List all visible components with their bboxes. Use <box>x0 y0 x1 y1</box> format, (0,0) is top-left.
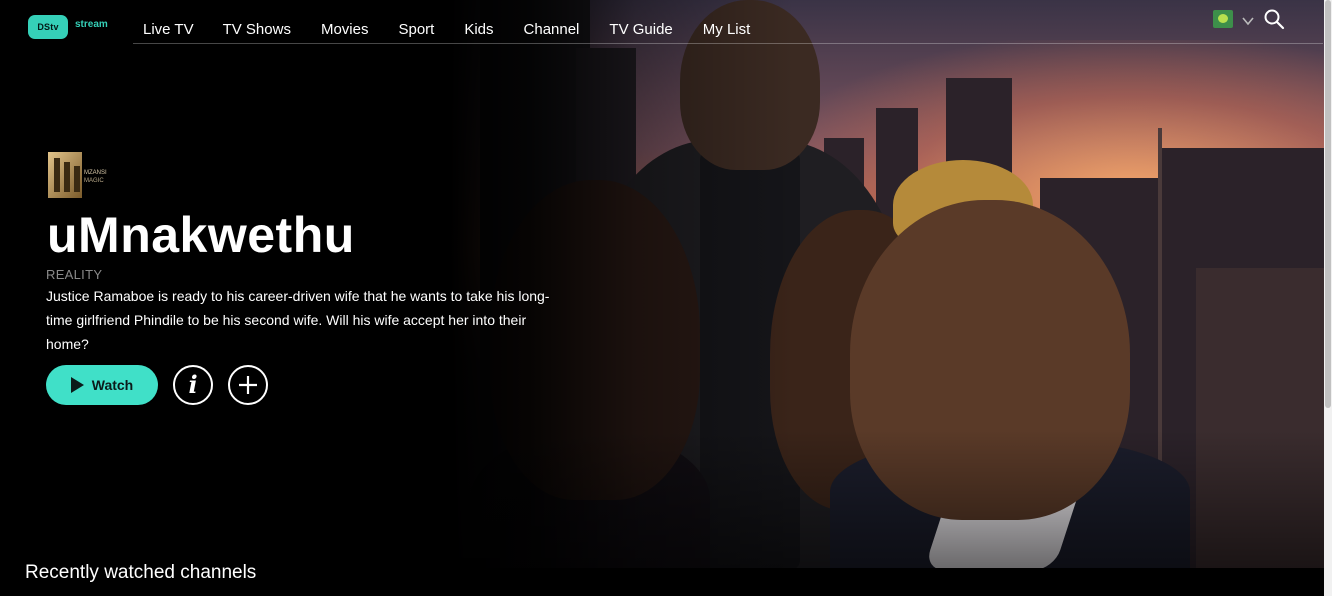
nav-item-live-tv[interactable]: Live TV <box>143 21 194 38</box>
watch-button[interactable]: Watch <box>46 365 158 405</box>
logo-text: stream <box>75 18 108 30</box>
nav-item-my-list[interactable]: My List <box>703 21 751 38</box>
page-scrollbar[interactable] <box>1324 0 1332 596</box>
header-actions <box>1213 8 1285 30</box>
nav-item-tv-shows[interactable]: TV Shows <box>223 21 291 38</box>
show-synopsis: Justice Ramaboe is ready to his career-d… <box>46 288 550 352</box>
add-to-list-button[interactable] <box>228 365 268 405</box>
hero-bottom-fade <box>0 430 1324 570</box>
nav-divider <box>133 43 1323 44</box>
nav-item-kids[interactable]: Kids <box>464 21 493 38</box>
dstv-stream-logo[interactable]: DStv stream <box>28 15 108 39</box>
watch-button-label: Watch <box>91 377 134 393</box>
svg-text:MAGIC: MAGIC <box>84 178 104 184</box>
more-info-button[interactable]: i <box>173 365 213 405</box>
show-title: uMnakwethu <box>47 207 355 263</box>
scrollbar-thumb[interactable] <box>1325 0 1331 408</box>
plus-icon <box>239 376 257 394</box>
play-icon <box>70 377 84 393</box>
mzansi-magic-channel-logo: MZANSI MAGIC <box>48 152 107 198</box>
recently-watched-channels-heading: Recently watched channels <box>25 562 257 583</box>
nav-item-channel[interactable]: Channel <box>524 21 580 38</box>
nav-item-tv-guide[interactable]: TV Guide <box>609 21 672 38</box>
chevron-down-icon[interactable] <box>1241 14 1255 28</box>
info-icon: i <box>188 370 198 399</box>
show-genre: REALITY <box>46 267 103 282</box>
nav-item-sport[interactable]: Sport <box>398 21 434 38</box>
svg-text:MZANSI: MZANSI <box>84 170 107 176</box>
profile-avatar-icon[interactable] <box>1213 10 1233 28</box>
nav-item-movies[interactable]: Movies <box>321 21 369 38</box>
nav-links: Live TV TV Shows Movies Sport Kids Chann… <box>143 21 780 38</box>
search-icon[interactable] <box>1263 8 1285 30</box>
logo-badge: DStv <box>28 15 68 39</box>
top-navigation: DStv stream Live TV TV Shows Movies Spor… <box>0 0 1324 46</box>
